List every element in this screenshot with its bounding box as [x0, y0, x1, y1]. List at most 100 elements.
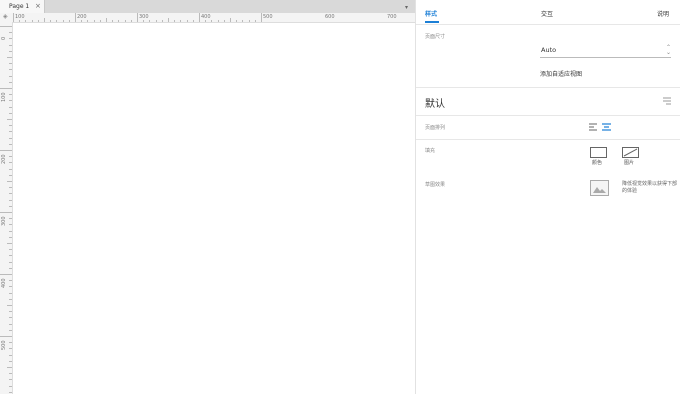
ruler-tick: [19, 20, 21, 22]
ruler-tick: [9, 168, 12, 170]
ruler-label: 200: [77, 14, 87, 20]
align-left-icon[interactable]: [589, 123, 598, 131]
ruler-tick: [254, 20, 256, 22]
divider: [416, 139, 680, 140]
add-adaptive-view-link[interactable]: 添加自适应视图: [540, 69, 582, 78]
ruler-label: 500: [1, 340, 7, 350]
tab-bar: Page 1 × ▾: [0, 0, 415, 13]
ruler-tick: [9, 323, 12, 325]
ruler-tick: [130, 20, 132, 22]
ruler-tick: [62, 20, 64, 22]
ruler-tick: [31, 20, 33, 22]
ruler-label: 500: [263, 14, 273, 20]
ruler-tick: [106, 18, 107, 22]
ruler-tick: [7, 243, 12, 244]
ruler-tick: [81, 20, 83, 22]
ruler-tick: [118, 20, 120, 22]
ruler-tick: [174, 20, 176, 22]
ruler-tick: [242, 20, 244, 22]
ruler-label: 100: [1, 92, 7, 102]
ruler-tick: [9, 373, 12, 375]
ruler-tick: [9, 261, 12, 263]
ruler-tick: [9, 199, 12, 201]
ruler-tick: [7, 367, 12, 368]
fill-color-label: 颜色: [592, 160, 603, 166]
vertical-ruler: 0 100 200 300 400 500: [0, 22, 13, 394]
page-size-select[interactable]: Auto: [541, 46, 556, 54]
low-fidelity-label: 草图效果: [425, 182, 446, 188]
ruler-tick: [9, 162, 12, 164]
ruler-tick: [9, 94, 12, 96]
ruler-tick: [9, 100, 12, 102]
ruler-tick: [9, 385, 12, 387]
design-canvas[interactable]: [13, 23, 415, 394]
ruler-label: 600: [325, 14, 335, 20]
ruler-tick: [9, 187, 12, 189]
ruler-tick: [7, 57, 12, 58]
select-arrows-icon[interactable]: ⌃ ⌄: [666, 45, 671, 56]
ruler-tick: [0, 212, 12, 213]
low-fidelity-text: 降低视觉效果以获得下部的体验: [622, 181, 678, 194]
ruler-tick: [124, 20, 126, 22]
style-settings-icon[interactable]: [662, 96, 672, 105]
image-placeholder-icon[interactable]: [590, 180, 609, 196]
fill-image-icon[interactable]: [622, 147, 639, 158]
divider: [416, 115, 680, 116]
ruler-tick: [7, 119, 12, 120]
tab-page-1[interactable]: Page 1 ×: [0, 0, 45, 13]
ruler-tick: [9, 255, 12, 257]
inspector-panel: 样式 交互 说明 页面尺寸 Auto ⌃ ⌄ 添加自适应视图 默认 页面排列 填充…: [415, 0, 680, 394]
ruler-tick: [9, 44, 12, 46]
ruler-tick: [248, 20, 250, 22]
tab-style[interactable]: 样式: [425, 9, 437, 18]
tab-notes[interactable]: 说明: [657, 9, 669, 18]
ruler-tick: [9, 75, 12, 77]
ruler-tick: [211, 20, 213, 22]
ruler-corner-icon[interactable]: ◈: [3, 13, 8, 20]
ruler-tick: [9, 50, 12, 52]
ruler-tick: [261, 13, 262, 22]
ruler-tick: [44, 18, 45, 22]
ruler-tick: [9, 143, 12, 145]
ruler-tick: [217, 20, 219, 22]
ruler-tick: [37, 20, 39, 22]
ruler-tick: [7, 305, 12, 306]
ruler-tick: [9, 267, 12, 269]
ruler-tick: [9, 280, 12, 282]
chevron-down-icon[interactable]: ▾: [405, 4, 408, 11]
ruler-tick: [155, 20, 157, 22]
ruler-tick: [9, 112, 12, 114]
ruler-tick: [223, 20, 225, 22]
ruler-tick: [50, 20, 52, 22]
ruler-tick: [93, 20, 95, 22]
ruler-tick: [9, 205, 12, 207]
divider: [416, 87, 680, 88]
ruler-tick: [9, 348, 12, 350]
close-icon[interactable]: ×: [35, 2, 41, 10]
ruler-label: 0: [1, 36, 7, 40]
ruler-tick: [9, 106, 12, 108]
fill-color-swatch[interactable]: [590, 147, 607, 158]
ruler-tick: [9, 63, 12, 65]
tab-interact[interactable]: 交互: [541, 9, 553, 18]
align-center-icon[interactable]: [602, 123, 611, 131]
ruler-tick: [68, 20, 70, 22]
ruler-tick: [9, 354, 12, 356]
ruler-label: 300: [1, 216, 7, 226]
ruler-tick: [143, 20, 145, 22]
ruler-tick: [9, 311, 12, 313]
active-tab-indicator: [425, 21, 439, 23]
ruler-tick: [9, 286, 12, 288]
ruler-tick: [7, 181, 12, 182]
ruler-tick: [9, 317, 12, 319]
ruler-tick: [9, 230, 12, 232]
ruler-tick: [9, 391, 12, 393]
ruler-tick: [149, 20, 151, 22]
ruler-tick: [9, 249, 12, 251]
ruler-tick: [9, 224, 12, 226]
ruler-tick: [9, 32, 12, 34]
ruler-label: 700: [387, 14, 397, 20]
ruler-tick: [9, 379, 12, 381]
ruler-tick: [9, 193, 12, 195]
ruler-label: 400: [1, 278, 7, 288]
